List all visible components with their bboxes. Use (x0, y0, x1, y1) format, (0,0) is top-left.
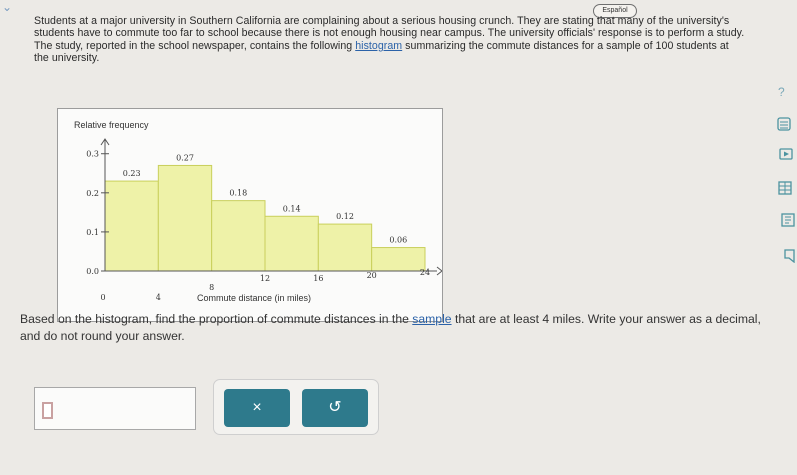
histogram-svg: Relative frequency0.230.270.180.140.120.… (74, 120, 443, 303)
x-axis-arrow (436, 266, 443, 276)
histogram-link[interactable]: histogram (355, 40, 402, 52)
x-axis-label: Commute distance (in miles) (197, 293, 311, 303)
x-tick-label: 24 (420, 268, 430, 277)
input-cursor (42, 402, 53, 419)
help-icon[interactable]: ? (778, 85, 785, 99)
question-text: Based on the histogram, find the proport… (20, 311, 770, 344)
feedback-icon[interactable] (784, 249, 796, 266)
answer-input[interactable] (34, 387, 196, 430)
question-text-start: Based on the histogram, find the proport… (20, 312, 413, 326)
bar-value-label: 0.14 (283, 204, 301, 213)
bar-value-label: 0.12 (336, 212, 354, 221)
y-tick-label: 0.0 (86, 267, 99, 276)
x-tick-label: 8 (209, 283, 214, 292)
calculator-icon[interactable] (777, 117, 791, 134)
histogram-chart: Relative frequency 0.23 0.27 0.18 0.14 0.12 0.… (57, 108, 443, 322)
sample-link[interactable]: sample (412, 312, 451, 326)
histogram-bar (264, 215, 319, 272)
bar-value-label: 0.23 (123, 169, 141, 178)
bar-value-label: 0.27 (176, 153, 194, 162)
clear-button[interactable]: × (224, 389, 290, 427)
textbook-icon[interactable] (781, 213, 795, 230)
histogram-bar (157, 164, 213, 272)
undo-button[interactable]: ↺ (302, 389, 368, 427)
video-icon[interactable] (779, 148, 793, 163)
x-tick-label: 4 (156, 293, 161, 302)
histogram-bar (104, 180, 159, 272)
y-tick-label: 0.1 (86, 228, 99, 237)
bar-value-label: 0.06 (389, 236, 407, 245)
x-tick-label: 20 (367, 271, 377, 280)
table-icon[interactable] (778, 181, 792, 198)
histogram-bar (371, 247, 426, 272)
action-button-panel: × ↺ (213, 379, 379, 435)
problem-statement: Students at a major university in Southe… (34, 15, 746, 65)
x-tick-label: 12 (260, 274, 270, 283)
chevron-down-icon[interactable]: ⌄ (2, 0, 12, 14)
y-tick-label: 0.3 (86, 150, 99, 159)
histogram-bar (317, 223, 373, 272)
side-toolbar: ? (775, 85, 797, 275)
bar-value-label: 0.18 (229, 189, 247, 198)
y-tick-label: 0.2 (86, 189, 99, 198)
x-tick-label: 16 (313, 274, 323, 283)
histogram-bar (211, 200, 266, 272)
y-axis-label: Relative frequency (74, 120, 149, 130)
x-tick-label: 0 (100, 293, 105, 302)
